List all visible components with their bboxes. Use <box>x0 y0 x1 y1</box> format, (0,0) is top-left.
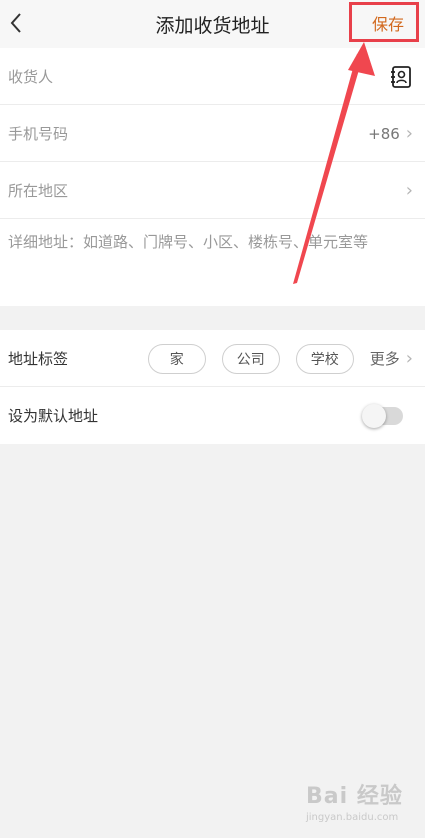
address-form: 收货人 手机号码 +86 › 所在地区 › 详细地址：如道路、门牌号、小区、楼栋… <box>0 48 425 306</box>
watermark-url: jingyan.baidu.com <box>306 812 399 823</box>
default-address-row: 设为默认地址 <box>0 387 425 444</box>
phone-row[interactable]: 手机号码 +86 › <box>0 105 425 162</box>
watermark-logo: Bai 经验 <box>306 784 403 809</box>
chevron-right-icon: › <box>405 347 413 369</box>
tag-school-button[interactable]: 学校 <box>295 343 354 374</box>
toggle-knob <box>362 403 386 428</box>
country-code: +86 <box>368 124 400 143</box>
region-selector[interactable]: 所在地区 <box>8 180 68 201</box>
page-title: 添加收货地址 <box>155 14 270 37</box>
chevron-left-icon <box>10 13 21 33</box>
default-address-label: 设为默认地址 <box>8 407 99 425</box>
recipient-row[interactable]: 收货人 <box>0 48 425 105</box>
contacts-button[interactable] <box>389 65 413 89</box>
chevron-right-icon: › <box>405 122 413 144</box>
recipient-input[interactable]: 收货人 <box>8 66 53 87</box>
country-code-selector[interactable]: +86 › <box>368 122 413 144</box>
address-tag-label: 地址标签 <box>8 350 69 368</box>
chevron-right-icon: › <box>405 179 413 201</box>
tag-company-button[interactable]: 公司 <box>221 343 280 374</box>
nav-bar: 添加收货地址 保存 <box>0 0 425 48</box>
region-row[interactable]: 所在地区 › <box>0 162 425 219</box>
more-tags-button[interactable]: 更多 › <box>370 348 413 369</box>
back-button[interactable] <box>2 8 30 38</box>
more-tags-label: 更多 <box>369 350 400 368</box>
default-address-toggle[interactable] <box>362 403 403 428</box>
address-tag-row: 地址标签 家 公司 学校 更多 › <box>0 330 425 387</box>
contact-book-icon <box>391 65 411 88</box>
phone-input[interactable]: 手机号码 <box>8 123 68 144</box>
watermark: Bai 经验 jingyan.baidu.com <box>306 778 416 828</box>
detail-address-input[interactable]: 详细地址：如道路、门牌号、小区、楼栋号、单元室等 <box>8 232 388 253</box>
address-options: 地址标签 家 公司 学校 更多 › 设为默认地址 <box>0 330 425 444</box>
save-button[interactable]: 保存 <box>357 8 419 38</box>
tag-home-button[interactable]: 家 <box>147 343 206 374</box>
